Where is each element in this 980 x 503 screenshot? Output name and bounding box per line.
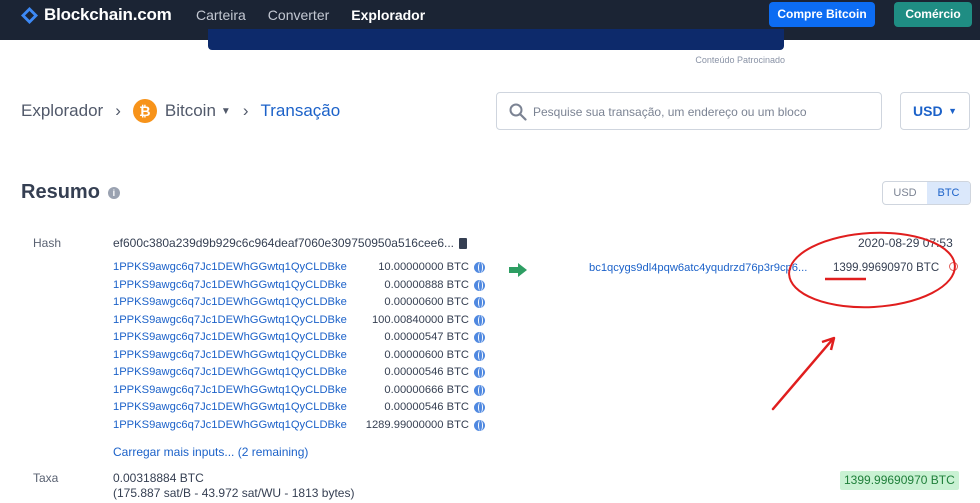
- search-icon: [509, 103, 527, 121]
- trade-button[interactable]: Comércio: [894, 2, 972, 27]
- annotation-arrow-head: [821, 336, 836, 351]
- input-row: 1PPKS9awgc6q7Jc1DEWhGGwtq1QyCLDBke 1289.…: [113, 419, 485, 437]
- input-row: 1PPKS9awgc6q7Jc1DEWhGGwtq1QyCLDBke 0.000…: [113, 279, 485, 297]
- summary-title: Resumo: [21, 181, 100, 203]
- arrow-right-icon: [509, 263, 527, 277]
- chevron-right-icon: ›: [115, 101, 121, 120]
- breadcrumb-explorer[interactable]: Explorador: [21, 101, 103, 121]
- input-amount: 0.00000666 BTC: [384, 383, 469, 396]
- annotation-arrow-shaft: [771, 338, 834, 411]
- brand-name: Blockchain.com: [44, 5, 172, 24]
- nav-links: Carteira Converter Explorador: [196, 0, 426, 32]
- input-row: 1PPKS9awgc6q7Jc1DEWhGGwtq1QyCLDBke 0.000…: [113, 384, 485, 402]
- search-input[interactable]: [533, 102, 863, 122]
- toggle-btc[interactable]: BTC: [927, 182, 970, 204]
- nav-link-convert[interactable]: Converter: [268, 0, 329, 32]
- input-row: 1PPKS9awgc6q7Jc1DEWhGGwtq1QyCLDBke 0.000…: [113, 296, 485, 314]
- hash-value: ef600c380a239d9b929c6c964deaf7060e309750…: [113, 236, 454, 250]
- transaction-hash: ef600c380a239d9b929c6c964deaf7060e309750…: [113, 236, 467, 250]
- unspent-output-icon[interactable]: [949, 262, 958, 271]
- globe-icon[interactable]: [474, 297, 485, 308]
- input-row: 1PPKS9awgc6q7Jc1DEWhGGwtq1QyCLDBke 10.00…: [113, 261, 485, 279]
- fee-label: Taxa: [33, 471, 59, 485]
- input-row: 1PPKS9awgc6q7Jc1DEWhGGwtq1QyCLDBke 0.000…: [113, 349, 485, 367]
- inputs-list: 1PPKS9awgc6q7Jc1DEWhGGwtq1QyCLDBke 10.00…: [113, 261, 485, 436]
- globe-icon[interactable]: [474, 367, 485, 378]
- globe-icon[interactable]: [474, 332, 485, 343]
- input-address[interactable]: 1PPKS9awgc6q7Jc1DEWhGGwtq1QyCLDBke: [113, 279, 347, 291]
- fee-block: 0.00318884 BTC (175.887 sat/B - 43.972 s…: [113, 471, 354, 501]
- output-address[interactable]: bc1qcygs9dl4pqw6atc4yqudrzd76p3r9cp6...: [589, 262, 807, 274]
- currency-select-value: USD: [913, 103, 943, 119]
- input-address[interactable]: 1PPKS9awgc6q7Jc1DEWhGGwtq1QyCLDBke: [113, 331, 347, 343]
- input-amount: 0.00000547 BTC: [384, 331, 469, 343]
- globe-icon[interactable]: [474, 314, 485, 326]
- input-row: 1PPKS9awgc6q7Jc1DEWhGGwtq1QyCLDBke 100.0…: [113, 314, 485, 332]
- transaction-date: 2020-08-29 07:53: [858, 236, 953, 250]
- nav-link-wallet[interactable]: Carteira: [196, 0, 246, 32]
- input-amount: 0.00000600 BTC: [384, 296, 469, 308]
- input-address[interactable]: 1PPKS9awgc6q7Jc1DEWhGGwtq1QyCLDBke: [113, 314, 347, 326]
- brand-logo[interactable]: Blockchain.com: [21, 5, 172, 25]
- currency-toggle: USD BTC: [882, 181, 971, 205]
- summary-heading: Resumo i: [21, 181, 120, 204]
- globe-icon[interactable]: [474, 419, 485, 431]
- input-amount: 0.00000888 BTC: [384, 278, 469, 291]
- input-address[interactable]: 1PPKS9awgc6q7Jc1DEWhGGwtq1QyCLDBke: [113, 349, 347, 361]
- input-row: 1PPKS9awgc6q7Jc1DEWhGGwtq1QyCLDBke 0.000…: [113, 366, 485, 384]
- search-box[interactable]: [496, 92, 882, 130]
- total-output-badge: 1399.99690970 BTC: [840, 471, 959, 490]
- input-address[interactable]: 1PPKS9awgc6q7Jc1DEWhGGwtq1QyCLDBke: [113, 261, 347, 273]
- info-icon[interactable]: i: [107, 186, 120, 199]
- hash-label: Hash: [33, 236, 62, 250]
- toggle-usd[interactable]: USD: [883, 182, 927, 204]
- load-more-inputs-link[interactable]: Carregar mais inputs... (2 remaining): [113, 445, 308, 459]
- input-amount: 100.00840000 BTC: [371, 313, 469, 326]
- currency-select[interactable]: USD ▼: [900, 92, 970, 130]
- nav-link-explorer[interactable]: Explorador: [351, 0, 426, 32]
- input-address[interactable]: 1PPKS9awgc6q7Jc1DEWhGGwtq1QyCLDBke: [113, 401, 347, 413]
- input-amount: 0.00000600 BTC: [384, 348, 469, 361]
- input-amount: 10.00000000 BTC: [378, 261, 469, 273]
- caret-down-icon[interactable]: ▼: [221, 106, 231, 117]
- breadcrumb-coin[interactable]: Bitcoin: [165, 101, 216, 121]
- globe-icon[interactable]: [474, 262, 485, 273]
- fee-value: 0.00318884 BTC: [113, 471, 204, 485]
- globe-icon[interactable]: [474, 279, 485, 291]
- input-row: 1PPKS9awgc6q7Jc1DEWhGGwtq1QyCLDBke 0.000…: [113, 331, 485, 349]
- input-address[interactable]: 1PPKS9awgc6q7Jc1DEWhGGwtq1QyCLDBke: [113, 384, 347, 396]
- breadcrumb: Explorador › ₿ Bitcoin ▼ › Transação: [21, 97, 340, 125]
- fee-detail: (175.887 sat/B - 43.972 sat/WU - 1813 by…: [113, 486, 355, 500]
- input-amount: 1289.99000000 BTC: [365, 418, 469, 431]
- globe-icon[interactable]: [474, 349, 485, 361]
- buy-bitcoin-button[interactable]: Compre Bitcoin: [769, 2, 875, 27]
- sponsored-banner[interactable]: [208, 29, 784, 50]
- blockchain-logo-icon: [21, 6, 38, 24]
- input-address[interactable]: 1PPKS9awgc6q7Jc1DEWhGGwtq1QyCLDBke: [113, 419, 347, 431]
- output-amount: 1399.99690970 BTC: [833, 262, 940, 274]
- breadcrumb-current: Transação: [260, 101, 341, 120]
- input-address[interactable]: 1PPKS9awgc6q7Jc1DEWhGGwtq1QyCLDBke: [113, 296, 347, 308]
- input-address[interactable]: 1PPKS9awgc6q7Jc1DEWhGGwtq1QyCLDBke: [113, 366, 347, 378]
- input-row: 1PPKS9awgc6q7Jc1DEWhGGwtq1QyCLDBke 0.000…: [113, 401, 485, 419]
- sponsored-label: Conteúdo Patrocinado: [695, 55, 785, 65]
- copy-icon[interactable]: [459, 237, 467, 249]
- input-amount: 0.00000546 BTC: [384, 366, 469, 378]
- input-amount: 0.00000546 BTC: [384, 401, 469, 413]
- bitcoin-icon: ₿: [132, 99, 157, 123]
- globe-icon[interactable]: [474, 384, 485, 396]
- globe-icon[interactable]: [474, 402, 485, 413]
- chevron-right-icon: ›: [242, 101, 249, 120]
- caret-down-icon: ▼: [948, 106, 957, 116]
